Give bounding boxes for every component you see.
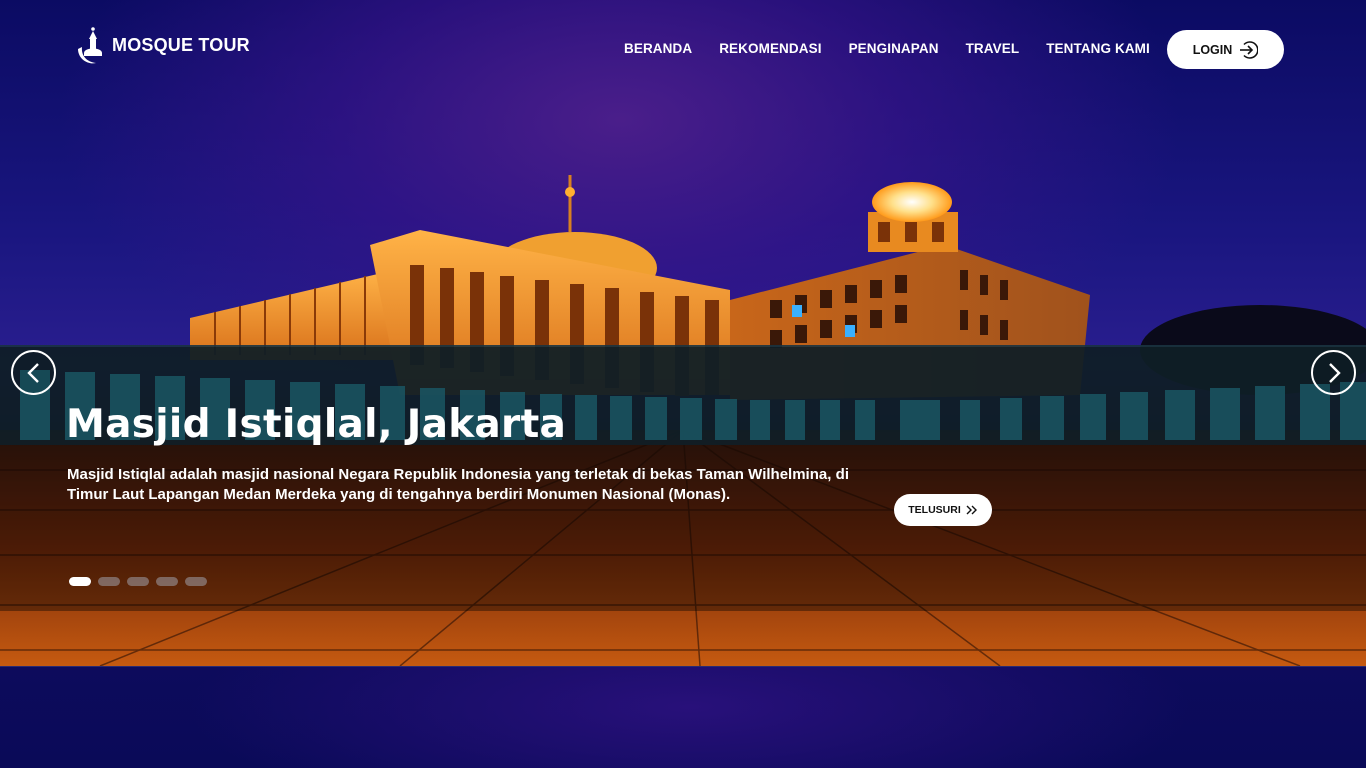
explore-button[interactable]: TELUSURI: [894, 494, 992, 526]
chevron-left-icon: [26, 362, 39, 383]
login-button[interactable]: LOGIN: [1167, 30, 1284, 69]
carousel-dot-2[interactable]: [98, 577, 120, 586]
carousel-dot-4[interactable]: [156, 577, 178, 586]
nav-item-travel[interactable]: TRAVEL: [966, 38, 1020, 60]
nav-item-tentang-kami[interactable]: TENTANG KAMI: [1046, 38, 1150, 60]
brand-name: MOSQUE TOUR: [112, 34, 250, 55]
carousel-dot-3[interactable]: [127, 577, 149, 586]
carousel-dot-1[interactable]: [69, 577, 91, 586]
carousel-dot-5[interactable]: [185, 577, 207, 586]
slide-title: Masjid Istiqlal, Jakarta: [66, 402, 567, 447]
slide-description: Masjid Istiqlal adalah masjid nasional N…: [67, 466, 849, 503]
login-arrow-icon: [1240, 40, 1259, 59]
login-label: LOGIN: [1192, 42, 1233, 57]
double-chevron-right-icon: [966, 505, 977, 515]
carousel-next-button[interactable]: [1311, 350, 1356, 395]
lower-section: [0, 666, 1366, 768]
carousel-prev-button[interactable]: [11, 350, 56, 395]
nav-item-beranda[interactable]: BERANDA: [624, 38, 692, 60]
main-nav: BERANDA REKOMENDASI PENGINAPAN TRAVEL TE…: [624, 38, 1177, 60]
explore-label: TELUSURI: [908, 504, 961, 516]
brand-logo[interactable]: MOSQUE TOUR: [74, 24, 250, 66]
mosque-logo-icon: [78, 27, 102, 64]
carousel-indicators: [69, 577, 207, 586]
nav-item-penginapan[interactable]: PENGINAPAN: [849, 38, 939, 60]
nav-item-rekomendasi[interactable]: REKOMENDASI: [719, 38, 821, 60]
chevron-right-icon: [1328, 362, 1341, 383]
